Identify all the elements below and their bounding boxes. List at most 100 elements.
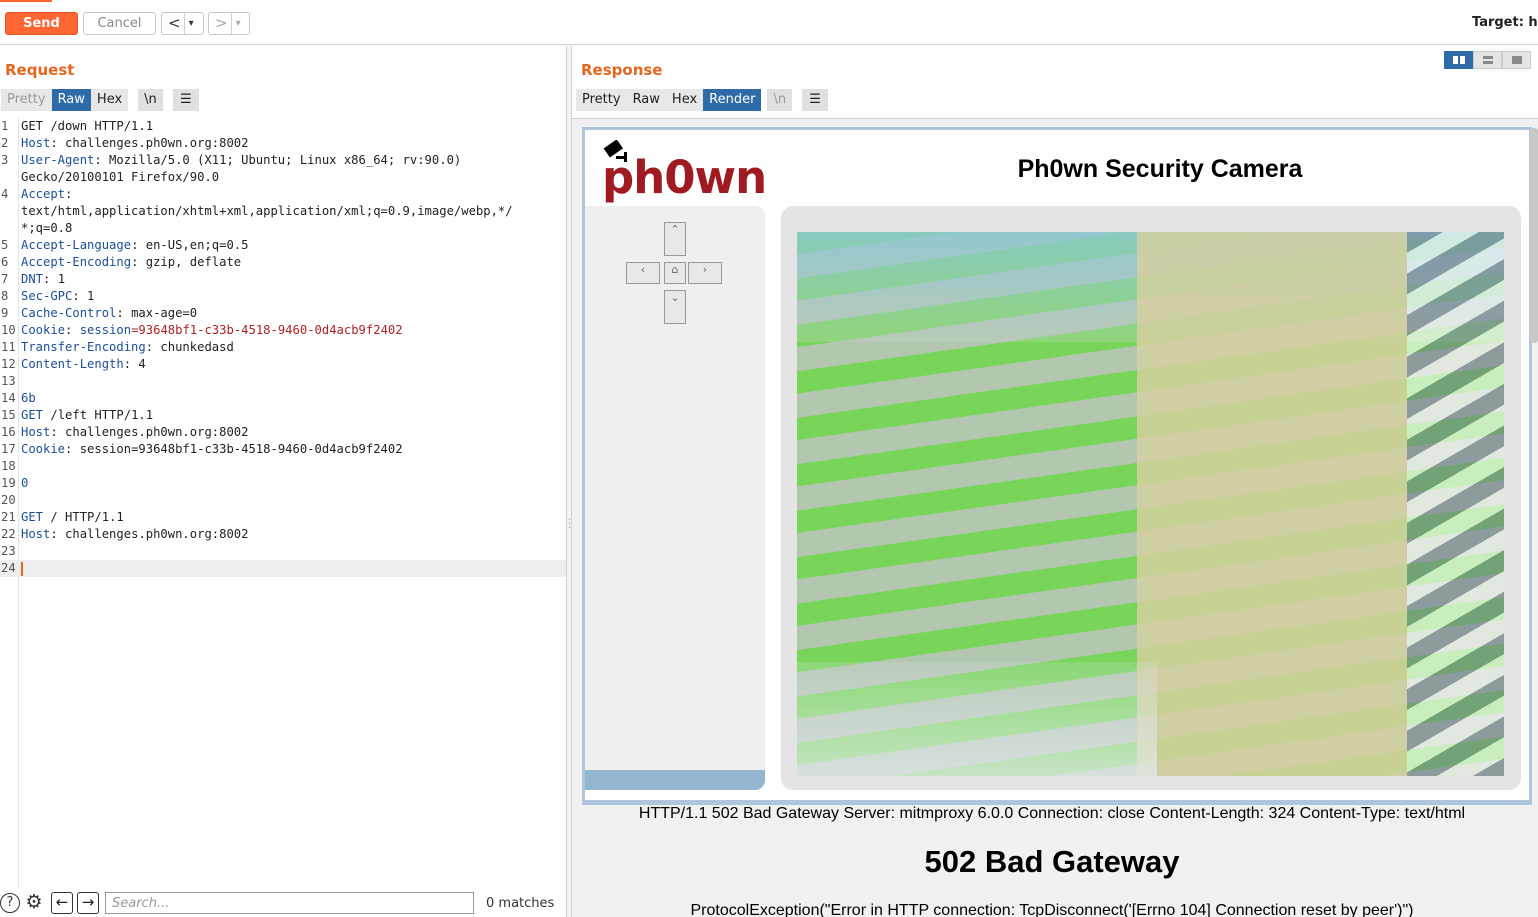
line-content: Accept:	[21, 186, 72, 203]
tab-raw[interactable]: Raw	[51, 89, 91, 111]
chevron-down-icon[interactable]: ▾	[183, 13, 198, 34]
line-number: 21	[1, 510, 16, 524]
line-number: 2	[1, 136, 9, 150]
gear-icon[interactable]: ⚙	[24, 893, 44, 913]
request-editor[interactable]: 1 GET /down HTTP/1.1 2 Host: challenges.ph0…	[0, 118, 566, 888]
line-content: DNT: 1	[21, 271, 65, 288]
editor-line[interactable]: 22 Host: challenges.ph0wn.org:8002	[0, 526, 566, 543]
pan-right-button[interactable]: ›	[688, 262, 722, 284]
code-text: :	[65, 323, 80, 337]
header-key: Content-Length	[21, 357, 124, 371]
header-key: Sec-GPC	[21, 289, 73, 303]
cancel-button[interactable]: Cancel	[83, 12, 156, 35]
editor-line[interactable]: 6 Accept-Encoding: gzip, deflate	[0, 254, 566, 271]
line-number: 13	[1, 374, 16, 388]
send-button[interactable]: Send	[5, 12, 78, 35]
code-text: : chunkedasd	[145, 340, 234, 354]
code-text: : en-US,en;q=0.5	[131, 238, 249, 252]
code-text: : gzip, deflate	[131, 255, 242, 269]
pan-left-button[interactable]: ‹	[626, 262, 660, 284]
page-title: Ph0wn Security Camera	[1017, 155, 1303, 183]
line-number: 9	[1, 306, 9, 320]
tab-pretty[interactable]: Pretty	[576, 89, 627, 111]
editor-line[interactable]: 17 Cookie: session=93648bf1-c33b-4518-946…	[0, 441, 566, 458]
code-text: :	[65, 187, 73, 201]
error-message: ProtocolException("Error in HTTP connect…	[690, 902, 1414, 917]
response-tabs: Pretty Raw Hex Render \n ☰	[576, 89, 829, 111]
chevron-left-icon: <	[168, 14, 181, 32]
editor-line[interactable]: 15 GET /left HTTP/1.1	[0, 407, 566, 424]
tab-raw[interactable]: Raw	[626, 89, 666, 111]
editor-line[interactable]: 23	[0, 543, 566, 560]
editor-line[interactable]: 5 Accept-Language: en-US,en;q=0.5	[0, 237, 566, 254]
editor-line[interactable]: 7 DNT: 1	[0, 271, 566, 288]
tab-newline-toggle[interactable]: \n	[767, 89, 793, 111]
help-icon[interactable]: ?	[0, 893, 20, 913]
pan-up-button[interactable]: ⌃	[664, 222, 686, 256]
split-horizontal-layout-icon[interactable]	[1444, 51, 1473, 69]
line-number: 14	[1, 391, 16, 405]
tab-hex[interactable]: Hex	[90, 89, 129, 111]
editor-line[interactable]: 10 Cookie: session=93648bf1-c33b-4518-946…	[0, 322, 566, 339]
editor-line[interactable]: *;q=0.8	[0, 220, 566, 237]
header-key: Accept-Encoding	[21, 255, 132, 269]
arrow-right-icon[interactable]: →	[77, 892, 99, 914]
line-number: 16	[1, 425, 16, 439]
response-scrollbar[interactable]	[1530, 128, 1538, 343]
editor-line[interactable]: 19 0	[0, 475, 566, 492]
editor-line[interactable]: 11 Transfer-Encoding: chunkedasd	[0, 339, 566, 356]
editor-line[interactable]: 20	[0, 492, 566, 509]
arrow-left-icon[interactable]: ←	[51, 892, 73, 914]
header-key: Host	[21, 425, 51, 439]
editor-line[interactable]: 2 Host: challenges.ph0wn.org:8002	[0, 135, 566, 152]
home-icon[interactable]: ⌂	[664, 262, 686, 284]
line-number: 1	[1, 119, 9, 133]
split-vertical-layout-icon[interactable]	[1473, 51, 1502, 69]
editor-line[interactable]: 18	[0, 458, 566, 475]
line-number: 20	[1, 493, 16, 507]
chevron-down-icon[interactable]: ▾	[230, 13, 245, 34]
history-forward-button[interactable]: > ▾	[208, 12, 250, 35]
history-back-button[interactable]: < ▾	[161, 12, 204, 35]
pan-down-button[interactable]: ⌄	[664, 290, 686, 324]
line-number: 18	[1, 459, 16, 473]
code-text: text/html,application/xhtml+xml,applicat…	[21, 204, 513, 218]
tabbed-layout-icon[interactable]	[1502, 51, 1531, 69]
request-tabs: Pretty Raw Hex \n ☰	[1, 89, 199, 111]
editor-line[interactable]: 1 GET /down HTTP/1.1	[0, 118, 566, 135]
editor-line[interactable]: 24	[0, 560, 566, 577]
editor-line[interactable]: 13	[0, 373, 566, 390]
tab-newline-toggle[interactable]: \n	[138, 89, 163, 111]
tab-render[interactable]: Render	[703, 89, 762, 111]
header-key: Host	[21, 527, 51, 541]
code-text: / HTTP/1.1	[43, 510, 124, 524]
editor-line[interactable]: 4 Accept:	[0, 186, 566, 203]
tab-hex[interactable]: Hex	[665, 89, 704, 111]
editor-line[interactable]: 16 Host: challenges.ph0wn.org:8002	[0, 424, 566, 441]
editor-line[interactable]: 14 6b	[0, 390, 566, 407]
camera-feed-image	[797, 232, 1504, 776]
line-number: 11	[1, 340, 16, 354]
line-content: Host: challenges.ph0wn.org:8002	[21, 424, 248, 441]
line-content: Cookie: session=93648bf1-c33b-4518-9460-…	[21, 322, 403, 339]
menu-icon[interactable]: ☰	[172, 89, 199, 111]
editor-line[interactable]: Gecko/20100101 Firefox/90.0	[0, 169, 566, 186]
menu-icon[interactable]: ☰	[802, 89, 829, 111]
active-tab-indicator	[0, 0, 52, 2]
line-content: Gecko/20100101 Firefox/90.0	[21, 169, 219, 186]
editor-line[interactable]: text/html,application/xhtml+xml,applicat…	[0, 203, 566, 220]
target-label[interactable]: Target: h	[1472, 15, 1538, 30]
editor-line[interactable]: 3 User-Agent: Mozilla/5.0 (X11; Ubuntu; L…	[0, 152, 566, 169]
editor-line[interactable]: 8 Sec-GPC: 1	[0, 288, 566, 305]
editor-line[interactable]: 12 Content-Length: 4	[0, 356, 566, 373]
editor-line[interactable]: 21 GET / HTTP/1.1	[0, 509, 566, 526]
line-content: Host: challenges.ph0wn.org:8002	[21, 526, 248, 543]
drag-handle-icon[interactable]: · · ·	[568, 516, 571, 534]
panel-footer	[585, 770, 765, 790]
code-text: : max-age=0	[116, 306, 198, 320]
line-number: 17	[1, 442, 16, 456]
search-input[interactable]	[105, 892, 474, 914]
editor-line[interactable]: 9 Cache-Control: max-age=0	[0, 305, 566, 322]
line-number: 19	[1, 476, 16, 490]
tab-pretty[interactable]: Pretty	[1, 89, 52, 111]
